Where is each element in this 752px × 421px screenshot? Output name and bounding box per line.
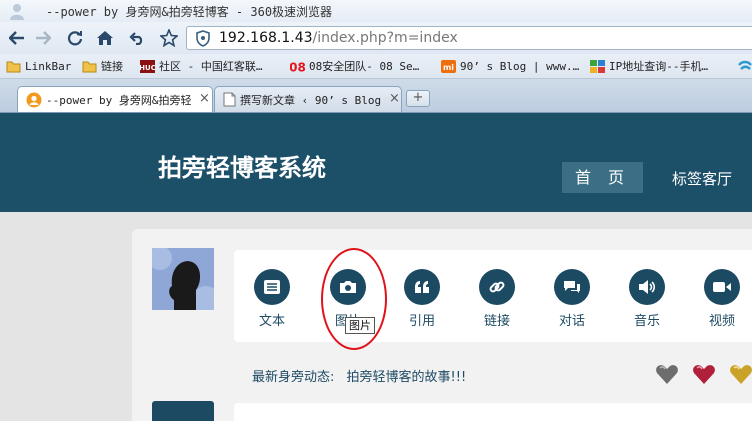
forward-arrow-icon <box>36 31 51 45</box>
post-type-label: 对话 <box>558 314 585 329</box>
post-type-label: 引用 <box>408 314 435 329</box>
folder-icon <box>82 61 97 72</box>
post-type-label: 音乐 <box>633 314 660 329</box>
red-highlight-circle <box>321 248 387 350</box>
window-title: --power by 身旁网&拍旁轻博客 - 360极速浏览器 <box>46 5 333 19</box>
news-ticker: 最新身旁动态: 拍旁轻博客的故事!!! <box>252 366 466 385</box>
video-icon <box>713 282 731 292</box>
chat-icon <box>564 281 580 293</box>
bookmarks-bar: LinkBar 链接 HUC 社区 - 中国红客联… 08 08安全团队- 08… <box>0 54 752 79</box>
gray-heart-icon[interactable] <box>655 363 679 385</box>
tab-label: 撰写新文章 ‹ 90’ s Blog <box>240 94 382 107</box>
nav-home[interactable]: 首 页 <box>562 162 643 193</box>
svg-text:HUC: HUC <box>140 64 155 72</box>
ip-puzzle-icon <box>590 59 605 73</box>
huc-icon: HUC <box>140 59 155 73</box>
home-button[interactable] <box>94 27 116 49</box>
silhouette-avatar-icon <box>152 248 214 310</box>
post-type-label: 文本 <box>258 314 285 329</box>
web-page: 拍旁轻博客系统 首 页 标签客厅 文本 图片 引用 链接 对话 音乐 视频 图片 <box>0 113 752 421</box>
post-type-text[interactable]: 文本 <box>242 269 302 329</box>
window-title-bar: --power by 身旁网&拍旁轻博客 - 360极速浏览器 <box>0 0 752 22</box>
tab-label: --power by 身旁网&拍旁轻 <box>46 94 192 107</box>
post-author-avatar[interactable] <box>152 401 214 421</box>
back-button[interactable] <box>6 27 28 49</box>
site-favicon-icon <box>26 92 42 108</box>
post-type-quote[interactable]: 引用 <box>392 269 452 329</box>
tab-close-icon[interactable]: × <box>199 91 210 106</box>
tab-active[interactable]: --power by 身旁网&拍旁轻 × <box>17 86 213 112</box>
svg-text:mi: mi <box>443 63 454 72</box>
reload-button[interactable] <box>64 27 86 49</box>
tab-strip: --power by 身旁网&拍旁轻 × 撰写新文章 ‹ 90’ s Blog … <box>0 79 752 113</box>
post-type-label: 链接 <box>483 314 510 329</box>
shield-icon <box>196 30 210 47</box>
speaker-icon <box>639 280 656 294</box>
address-bar[interactable]: 192.168.1.43/index.php?m=index <box>186 26 752 50</box>
post-type-video[interactable]: 视频 <box>692 269 752 329</box>
post-type-chat[interactable]: 对话 <box>542 269 602 329</box>
bookmark-08sec[interactable]: 08 08安全团队- 08 Se… <box>290 58 419 74</box>
site-title[interactable]: 拍旁轻博客系统 <box>158 148 326 183</box>
tab-write-post[interactable]: 撰写新文章 ‹ 90’ s Blog × <box>214 86 402 112</box>
post-type-link[interactable]: 链接 <box>467 269 527 329</box>
08-icon: 08 <box>290 60 305 73</box>
back-arrow-icon <box>9 31 24 45</box>
news-link[interactable]: 拍旁轻博客的故事!!! <box>347 370 467 385</box>
bookmark-90s-blog[interactable]: mi 90’ s Blog | www.… <box>441 58 579 74</box>
bookmark-links[interactable]: 链接 <box>82 58 123 74</box>
bookmark-huc[interactable]: HUC 社区 - 中国红客联… <box>140 58 263 74</box>
new-tab-button[interactable]: + <box>406 90 430 107</box>
navigation-toolbar: 192.168.1.43/index.php?m=index <box>0 22 752 54</box>
post-type-music[interactable]: 音乐 <box>617 269 677 329</box>
gold-heart-icon[interactable] <box>729 363 752 385</box>
home-icon <box>97 31 113 45</box>
page-icon <box>223 92 236 107</box>
tab-close-icon[interactable]: × <box>389 91 400 106</box>
news-label: 最新身旁动态: <box>252 370 335 385</box>
post-type-label: 视频 <box>708 314 735 329</box>
folder-icon <box>6 61 21 72</box>
favorite-button[interactable] <box>158 27 180 49</box>
post-card <box>234 403 752 421</box>
nav-tags[interactable]: 标签客厅 <box>672 168 732 189</box>
url-text: 192.168.1.43/index.php?m=index <box>219 30 458 46</box>
undo-close-button[interactable] <box>126 27 148 49</box>
avatar[interactable] <box>152 248 214 310</box>
user-avatar-icon[interactable] <box>8 2 26 20</box>
red-heart-icon[interactable] <box>692 363 716 385</box>
undo-icon <box>129 32 143 45</box>
link-icon <box>489 281 505 293</box>
bookmark-ip-lookup[interactable]: IP地址查询--手机… <box>590 58 708 74</box>
bookmark-linkbar[interactable]: LinkBar <box>6 58 71 74</box>
mi-icon: mi <box>441 59 456 73</box>
quote-icon <box>415 281 429 293</box>
text-list-icon <box>264 280 280 294</box>
forward-button[interactable] <box>32 27 54 49</box>
more-bookmarks-icon[interactable] <box>738 59 752 73</box>
reload-icon <box>67 31 83 46</box>
star-icon <box>160 29 178 47</box>
svg-text:08: 08 <box>290 60 305 73</box>
